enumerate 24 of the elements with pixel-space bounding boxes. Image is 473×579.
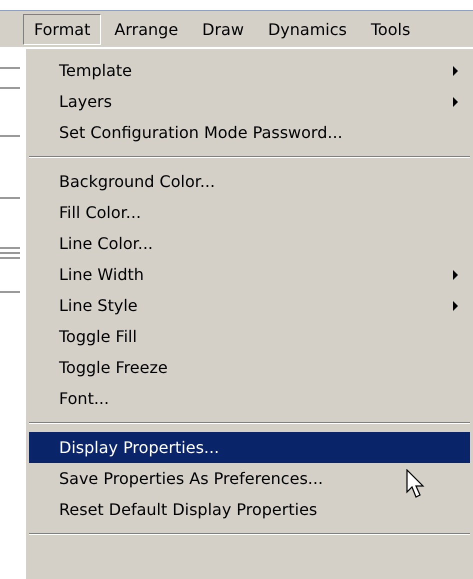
submenu-arrow-icon xyxy=(453,270,458,280)
menu-bar-item[interactable]: Dynamics xyxy=(256,14,358,44)
menu-item[interactable]: Display Properties... xyxy=(29,432,470,463)
menu-item[interactable]: Save Properties As Preferences... xyxy=(29,463,470,494)
menu-item[interactable]: Font... xyxy=(29,383,470,414)
menu-item[interactable]: Line Color... xyxy=(29,228,470,259)
menu-bar-item[interactable]: Arrange xyxy=(103,14,190,44)
menu-item[interactable]: Line Style xyxy=(29,290,470,321)
menu-bar-item[interactable]: Format xyxy=(23,14,102,44)
menu-bar-item[interactable]: Tools xyxy=(360,14,422,44)
menu-item[interactable]: Template xyxy=(29,55,470,86)
menu-item[interactable]: Layers xyxy=(29,86,470,117)
menu-item[interactable]: Toggle Fill xyxy=(29,321,470,352)
menu-item[interactable]: Fill Color... xyxy=(29,197,470,228)
submenu-arrow-icon xyxy=(453,96,458,106)
menu-bar-item[interactable]: Draw xyxy=(191,14,255,44)
menu-item[interactable]: Reset Default Display Properties xyxy=(29,494,470,525)
submenu-arrow-icon xyxy=(453,66,458,76)
menu-item[interactable]: Line Width xyxy=(29,259,470,290)
menu-item[interactable]: Background Color... xyxy=(29,166,470,197)
submenu-arrow-icon xyxy=(453,300,458,310)
menu-item[interactable]: Set Configuration Mode Password... xyxy=(29,117,470,148)
menu-item[interactable]: Toggle Freeze xyxy=(29,352,470,383)
mouse-pointer-icon xyxy=(406,469,426,499)
